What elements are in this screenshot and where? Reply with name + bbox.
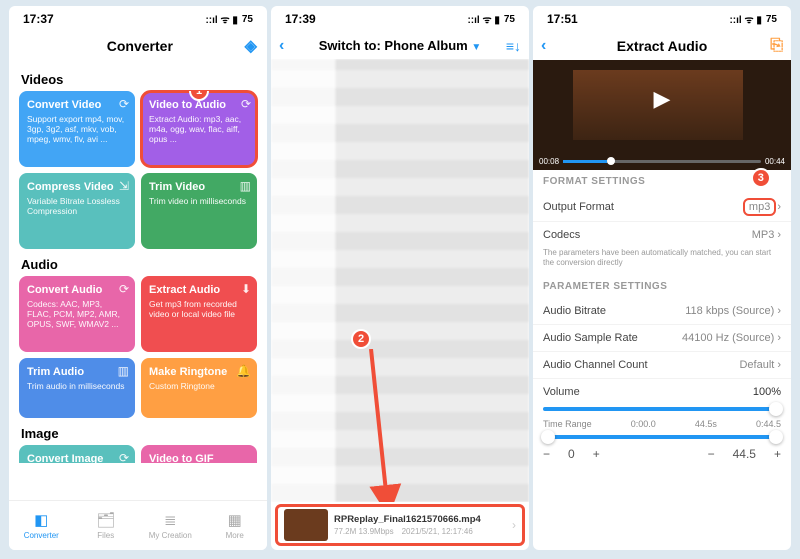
card-compress-video[interactable]: ⇲ Compress Video Variable Bitrate Lossle… xyxy=(19,173,135,249)
trim-icon: ▥ xyxy=(240,179,251,193)
start-plus-button[interactable]: + xyxy=(593,447,600,461)
progress-bar[interactable]: 00:08 00:44 xyxy=(539,157,785,166)
card-video-to-audio[interactable]: 1 ⟳ Video to Audio Extract Audio: mp3, a… xyxy=(141,91,257,167)
file-size: 77.2M 13.9Mbps xyxy=(334,527,394,536)
volume-value: 100% xyxy=(753,386,781,398)
callout-marker-2: 2 xyxy=(351,329,371,349)
section-label-image: Image xyxy=(9,418,267,445)
card-convert-image[interactable]: ⟳ Convert Image xyxy=(19,445,135,463)
page-title: Extract Audio xyxy=(617,38,708,54)
volume-slider[interactable] xyxy=(543,407,781,411)
chevron-down-icon: ▼ xyxy=(471,42,481,53)
convert-image-icon: ⟳ xyxy=(119,451,129,463)
screen-converter: 17:37 ::ıl ᯤ ▮75 Converter ◈ Videos ⟳ Co… xyxy=(9,6,267,550)
media-grid[interactable]: 2 xyxy=(271,59,529,502)
callout-marker-3: 3 xyxy=(751,168,771,188)
codecs-value: MP3 xyxy=(752,229,775,241)
callout-arrow-icon xyxy=(363,349,403,502)
screen-extract-audio: 17:51 ::ıl ᯤ ▮75 ‹ Extract Audio ⎘ ▶ 00:… xyxy=(533,6,791,550)
card-convert-audio[interactable]: ⟳ Convert Audio Codecs: AAC, MP3, FLAC, … xyxy=(19,276,135,352)
download-icon: ⬇ xyxy=(241,282,251,296)
format-settings-header: FORMAT SETTINGS 3 xyxy=(533,170,791,193)
convert-audio-icon: ⟳ xyxy=(119,282,129,296)
status-time: 17:37 xyxy=(23,12,54,26)
header-bar: ‹ Extract Audio ⎘ xyxy=(533,32,791,60)
section-label-audio: Audio xyxy=(9,249,267,276)
status-bar: 17:39 ::ıl ᯤ ▮75 xyxy=(271,6,529,32)
album-switcher[interactable]: Switch to: Phone Album ▼ xyxy=(319,38,482,53)
files-icon: 🗂 xyxy=(96,511,115,529)
card-trim-video[interactable]: ▥ Trim Video Trim video in milliseconds xyxy=(141,173,257,249)
output-format-label: Output Format xyxy=(543,201,614,213)
back-button[interactable]: ‹ xyxy=(541,37,546,55)
compress-icon: ⇲ xyxy=(119,179,129,193)
row-bitrate[interactable]: Audio Bitrate 118 kbps (Source)› xyxy=(533,298,791,325)
time-current: 00:08 xyxy=(539,157,559,166)
status-time: 17:39 xyxy=(285,12,316,26)
row-channel[interactable]: Audio Channel Count Default› xyxy=(533,352,791,379)
chevron-right-icon: › xyxy=(777,201,781,213)
start-minus-button[interactable]: − xyxy=(543,447,550,461)
file-name: RPReplay_Final1621570666.mp4 xyxy=(334,514,506,525)
chevron-right-icon: › xyxy=(777,305,781,317)
status-icons: ::ıl ᯤ ▮75 xyxy=(729,12,777,26)
time-total: 00:44 xyxy=(765,157,785,166)
card-convert-video[interactable]: ⟳ Convert Video Support export mp4, mov,… xyxy=(19,91,135,167)
bell-icon: 🔔 xyxy=(236,364,251,378)
card-extract-audio[interactable]: ⬇ Extract Audio Get mp3 from recorded vi… xyxy=(141,276,257,352)
chevron-right-icon: › xyxy=(777,229,781,241)
tab-converter[interactable]: ◧Converter xyxy=(9,501,74,550)
row-codecs[interactable]: Codecs MP3› xyxy=(533,222,791,248)
end-value: 44.5 xyxy=(733,447,756,461)
back-button[interactable]: ‹ xyxy=(279,37,284,55)
tab-files[interactable]: 🗂Files xyxy=(74,501,139,550)
screen-album: 17:39 ::ıl ᯤ ▮75 ‹ Switch to: Phone Albu… xyxy=(271,6,529,550)
parameter-settings-header: PARAMETER SETTINGS xyxy=(533,275,791,298)
output-format-value: mp3 xyxy=(745,200,774,214)
trim-audio-icon: ▥ xyxy=(118,364,129,378)
video-to-audio-icon: ⟳ xyxy=(241,97,251,111)
status-bar: 17:37 ::ıl ᯤ ▮75 xyxy=(9,6,267,32)
card-video-to-gif[interactable]: Video to GIF xyxy=(141,445,257,463)
time-range-slider[interactable] xyxy=(543,435,781,439)
sort-button[interactable]: ≡↓ xyxy=(506,38,521,54)
status-bar: 17:51 ::ıl ᯤ ▮75 xyxy=(533,6,791,32)
converter-icon: ◧ xyxy=(34,511,48,529)
convert-video-icon: ⟳ xyxy=(119,97,129,111)
time-range-labels: Time Range 0:00.0 44.5s 0:44.5 xyxy=(533,419,791,429)
chevron-right-icon: › xyxy=(777,332,781,344)
play-icon[interactable]: ▶ xyxy=(654,86,671,112)
end-plus-button[interactable]: + xyxy=(774,447,781,461)
video-player[interactable]: ▶ 00:08 00:44 xyxy=(533,60,791,170)
header-bar: ‹ Switch to: Phone Album ▼ ≡↓ xyxy=(271,32,529,59)
card-trim-audio[interactable]: ▥ Trim Audio Trim audio in milliseconds xyxy=(19,358,135,418)
page-title: Converter xyxy=(107,38,173,54)
premium-icon[interactable]: ◈ xyxy=(245,36,257,56)
export-button[interactable]: ⎘ xyxy=(770,37,783,55)
row-output-format[interactable]: Output Format mp3› xyxy=(533,193,791,222)
codec-hint: The parameters have been automatically m… xyxy=(533,248,791,275)
file-date: 2021/5/21, 12:17:46 xyxy=(402,527,473,536)
status-icons: ::ıl ᯤ ▮75 xyxy=(205,12,253,26)
row-samplerate[interactable]: Audio Sample Rate 44100 Hz (Source)› xyxy=(533,325,791,352)
status-time: 17:51 xyxy=(547,12,578,26)
start-value: 0 xyxy=(568,447,575,461)
tab-more[interactable]: ▦More xyxy=(203,501,268,550)
codecs-label: Codecs xyxy=(543,229,580,241)
more-icon: ▦ xyxy=(228,511,242,529)
end-minus-button[interactable]: − xyxy=(708,447,715,461)
status-icons: ::ıl ᯤ ▮75 xyxy=(467,12,515,26)
tab-my-creation[interactable]: ≣My Creation xyxy=(138,501,203,550)
header-bar: Converter ◈ xyxy=(9,32,267,64)
creation-icon: ≣ xyxy=(164,511,177,529)
tab-bar: ◧Converter 🗂Files ≣My Creation ▦More xyxy=(9,500,267,550)
section-label-videos: Videos xyxy=(9,64,267,91)
file-thumbnail xyxy=(284,509,328,541)
row-volume: Volume 100% xyxy=(533,379,791,405)
chevron-right-icon: › xyxy=(512,518,516,532)
card-make-ringtone[interactable]: 🔔 Make Ringtone Custom Ringtone xyxy=(141,358,257,418)
selected-file-bar[interactable]: RPReplay_Final1621570666.mp4 77.2M 13.9M… xyxy=(275,504,525,546)
time-range-steppers: − 0 + − 44.5 + xyxy=(533,443,791,465)
chevron-right-icon: › xyxy=(777,359,781,371)
